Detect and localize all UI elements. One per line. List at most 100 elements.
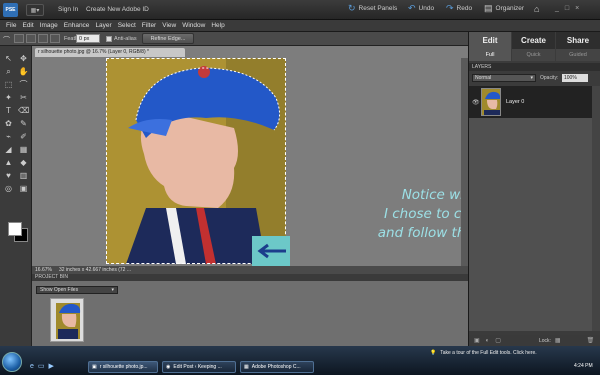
- marquee-tool-icon[interactable]: ⬚: [3, 80, 14, 90]
- tour-tip[interactable]: 💡 Take a tour of the Full Edit tools. Cli…: [430, 347, 600, 358]
- red-eye-tool-icon[interactable]: ♥: [3, 171, 14, 181]
- redo-label: Redo: [456, 5, 473, 12]
- window-controls[interactable]: _□×: [555, 5, 585, 12]
- zoom-tool-icon[interactable]: ✥: [18, 54, 29, 64]
- lock-label: Lock:: [538, 337, 551, 344]
- lasso-tool-icon[interactable]: ⌒: [3, 35, 10, 45]
- refine-edge-button[interactable]: Refine Edge...: [142, 33, 194, 44]
- intersect-selection-icon[interactable]: [50, 34, 60, 43]
- menu-layer[interactable]: Layer: [95, 22, 111, 29]
- subtab-full[interactable]: Full: [469, 49, 511, 61]
- healing-tool-icon[interactable]: ▥: [18, 171, 29, 181]
- chevron-down-icon: ▾: [530, 75, 533, 81]
- media-icon: ▶: [48, 363, 58, 370]
- photo-canvas[interactable]: [106, 58, 286, 264]
- mask-icon[interactable]: ▢: [495, 337, 501, 344]
- smudge-tool-icon[interactable]: ⌁: [3, 132, 14, 142]
- reset-panels-button[interactable]: ↻ Reset Panels: [348, 4, 397, 13]
- browser-icon: ◉: [166, 364, 171, 370]
- menu-window[interactable]: Window: [182, 22, 205, 29]
- sponge-tool-icon[interactable]: ▣: [18, 184, 29, 194]
- paint-bucket-tool-icon[interactable]: ◢: [3, 145, 14, 155]
- eraser-tool-icon[interactable]: ⌫: [18, 106, 29, 116]
- quick-select-tool-icon[interactable]: ✦: [3, 93, 14, 103]
- reset-icon: ↻: [348, 3, 356, 13]
- menu-edit[interactable]: Edit: [22, 22, 33, 29]
- feather-input[interactable]: 0 px: [76, 34, 100, 43]
- organizer-button[interactable]: ▤ Organizer: [484, 4, 524, 13]
- crop-tool-icon[interactable]: ✂: [18, 93, 29, 103]
- photo-icon: ▣: [92, 364, 97, 370]
- antialias-label: Anti-alias: [114, 36, 137, 42]
- workspace-switch[interactable]: ▦▾: [26, 4, 44, 16]
- hand-tool-icon[interactable]: ⌕: [3, 67, 14, 77]
- sharpen-tool-icon[interactable]: ▲: [3, 158, 14, 168]
- task-photoshop[interactable]: ▦ Adobe Photoshop C...: [240, 361, 314, 373]
- document-size: 32 inches x 42.667 inches (72 ...: [59, 267, 131, 273]
- lock-icon[interactable]: ▦: [555, 337, 561, 344]
- new-layer-icon[interactable]: ▣: [474, 337, 480, 344]
- clone-tool-icon[interactable]: ◎: [3, 184, 14, 194]
- opacity-input[interactable]: 100%: [562, 74, 588, 82]
- create-id-link[interactable]: Create New Adobe ID: [86, 6, 149, 13]
- menu-filter[interactable]: Filter: [142, 22, 156, 29]
- shape-tool-icon[interactable]: ◆: [18, 158, 29, 168]
- tab-share[interactable]: Share: [556, 32, 600, 49]
- task-photo[interactable]: ▣ r silhouette photo.jp...: [88, 361, 158, 373]
- pencil-tool-icon[interactable]: ✐: [18, 132, 29, 142]
- layer-name[interactable]: Layer 0: [506, 99, 524, 105]
- start-button[interactable]: [2, 352, 22, 372]
- canvas-scrollbar[interactable]: [461, 58, 468, 270]
- redo-button[interactable]: ↷ Redo: [446, 4, 472, 13]
- task-browser[interactable]: ◉ Edit Post ‹ Keeping ...: [162, 361, 236, 373]
- undo-button[interactable]: ↶ Undo: [408, 4, 434, 13]
- cookie-cutter-tool-icon[interactable]: ✿: [3, 119, 14, 129]
- menu-bar: File Edit Image Enhance Layer Select Filter Vie…: [0, 20, 600, 32]
- organizer-label: Organizer: [495, 5, 525, 12]
- chevron-down-icon: ▾: [111, 287, 114, 293]
- maximize-icon: □: [564, 5, 576, 12]
- add-selection-icon[interactable]: [26, 34, 36, 43]
- bin-show-select[interactable]: Show Open Files ▾: [36, 286, 118, 294]
- undo-icon: ↶: [408, 3, 416, 13]
- gradient-tool-icon[interactable]: ▦: [18, 145, 29, 155]
- folder-icon: ▭: [37, 363, 49, 370]
- menu-help[interactable]: Help: [211, 22, 224, 29]
- subtab-quick[interactable]: Quick: [512, 49, 555, 61]
- tour-text: Take a tour of the Full Edit tools. Clic…: [440, 349, 537, 356]
- type-tool-icon[interactable]: T: [3, 106, 14, 116]
- tab-edit[interactable]: Edit: [469, 32, 511, 49]
- layers-scrollbar[interactable]: [592, 86, 600, 331]
- bin-thumbnail[interactable]: [50, 298, 84, 342]
- quick-launch[interactable]: e▭▶: [30, 362, 58, 370]
- adjustment-layer-icon[interactable]: ◐: [486, 338, 490, 344]
- trash-icon[interactable]: 🗑: [587, 337, 595, 344]
- undo-label: Undo: [418, 5, 435, 12]
- task-browser-label: Edit Post ‹ Keeping ...: [173, 364, 222, 370]
- tab-create[interactable]: Create: [512, 32, 555, 49]
- lasso-tool-icon[interactable]: ⌒: [18, 80, 29, 90]
- move-tool-icon[interactable]: ↖: [3, 54, 14, 64]
- menu-select[interactable]: Select: [118, 22, 136, 29]
- visibility-eye-icon[interactable]: 👁: [472, 99, 480, 106]
- project-bin: [32, 274, 468, 346]
- home-icon[interactable]: ⌂: [534, 4, 539, 14]
- document-tab[interactable]: r silhouette photo.jpg @ 16.7% (Layer 0,…: [35, 48, 185, 57]
- subtract-selection-icon[interactable]: [38, 34, 48, 43]
- menu-file[interactable]: File: [6, 22, 16, 29]
- redo-icon: ↷: [446, 3, 454, 13]
- foreground-color-swatch-front[interactable]: [8, 222, 22, 236]
- menu-image[interactable]: Image: [40, 22, 58, 29]
- eyedropper-tool-icon[interactable]: ✋: [18, 67, 29, 77]
- brush-tool-icon[interactable]: ✎: [18, 119, 29, 129]
- zoom-level[interactable]: 16.67%: [35, 266, 59, 274]
- lightbulb-icon: 💡: [430, 349, 437, 356]
- subtab-guided[interactable]: Guided: [556, 49, 600, 61]
- sign-in-link[interactable]: Sign In: [58, 6, 78, 13]
- new-selection-icon[interactable]: [14, 34, 24, 43]
- menu-enhance[interactable]: Enhance: [64, 22, 90, 29]
- blend-mode-select[interactable]: Normal ▾: [472, 74, 536, 82]
- layer-thumbnail: [481, 88, 501, 116]
- menu-view[interactable]: View: [162, 22, 176, 29]
- antialias-checkbox[interactable]: [106, 36, 112, 42]
